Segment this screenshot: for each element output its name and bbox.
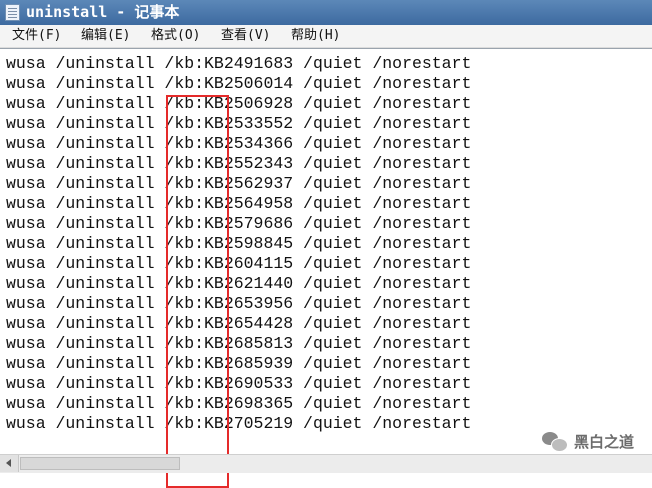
text-line: wusa /uninstall /kb:KB2698365 /quiet /no… bbox=[6, 394, 472, 413]
menu-edit[interactable]: 编辑(E) bbox=[81, 25, 130, 47]
text-editor[interactable]: wusa /uninstall /kb:KB2491683 /quiet /no… bbox=[0, 48, 652, 488]
window-title: uninstall - 记事本 bbox=[26, 3, 180, 21]
scroll-left-button[interactable] bbox=[0, 455, 19, 472]
text-line: wusa /uninstall /kb:KB2685813 /quiet /no… bbox=[6, 334, 472, 353]
notepad-icon bbox=[5, 4, 20, 21]
text-line: wusa /uninstall /kb:KB2705219 /quiet /no… bbox=[6, 414, 472, 433]
text-line: wusa /uninstall /kb:KB2690533 /quiet /no… bbox=[6, 374, 472, 393]
text-content: wusa /uninstall /kb:KB2491683 /quiet /no… bbox=[6, 54, 471, 434]
text-line: wusa /uninstall /kb:KB2552343 /quiet /no… bbox=[6, 154, 472, 173]
text-line: wusa /uninstall /kb:KB2533552 /quiet /no… bbox=[6, 114, 472, 133]
text-line: wusa /uninstall /kb:KB2653956 /quiet /no… bbox=[6, 294, 472, 313]
menu-file[interactable]: 文件(F) bbox=[12, 25, 61, 47]
text-line: wusa /uninstall /kb:KB2621440 /quiet /no… bbox=[6, 274, 472, 293]
wechat-icon bbox=[541, 431, 568, 452]
menu-bar: 文件(F) 编辑(E) 格式(O) 查看(V) 帮助(H) bbox=[0, 25, 652, 48]
menu-help[interactable]: 帮助(H) bbox=[291, 25, 340, 47]
watermark-text: 黑白之道 bbox=[573, 432, 634, 451]
watermark: 黑白之道 bbox=[541, 431, 634, 452]
text-line: wusa /uninstall /kb:KB2654428 /quiet /no… bbox=[6, 314, 472, 333]
text-line: wusa /uninstall /kb:KB2562937 /quiet /no… bbox=[6, 174, 472, 193]
text-line: wusa /uninstall /kb:KB2491683 /quiet /no… bbox=[6, 54, 472, 73]
text-line: wusa /uninstall /kb:KB2598845 /quiet /no… bbox=[6, 234, 472, 253]
horizontal-scrollbar[interactable] bbox=[0, 454, 652, 473]
text-line: wusa /uninstall /kb:KB2564958 /quiet /no… bbox=[6, 194, 472, 213]
text-line: wusa /uninstall /kb:KB2685939 /quiet /no… bbox=[6, 354, 472, 373]
text-line: wusa /uninstall /kb:KB2604115 /quiet /no… bbox=[6, 254, 472, 273]
text-line: wusa /uninstall /kb:KB2579686 /quiet /no… bbox=[6, 214, 472, 233]
text-line: wusa /uninstall /kb:KB2534366 /quiet /no… bbox=[6, 134, 472, 153]
menu-view[interactable]: 查看(V) bbox=[221, 25, 270, 47]
menu-format[interactable]: 格式(O) bbox=[151, 25, 200, 47]
title-bar[interactable]: uninstall - 记事本 bbox=[0, 0, 652, 25]
scroll-thumb[interactable] bbox=[20, 457, 180, 470]
text-line: wusa /uninstall /kb:KB2506928 /quiet /no… bbox=[6, 94, 472, 113]
text-line: wusa /uninstall /kb:KB2506014 /quiet /no… bbox=[6, 74, 472, 93]
